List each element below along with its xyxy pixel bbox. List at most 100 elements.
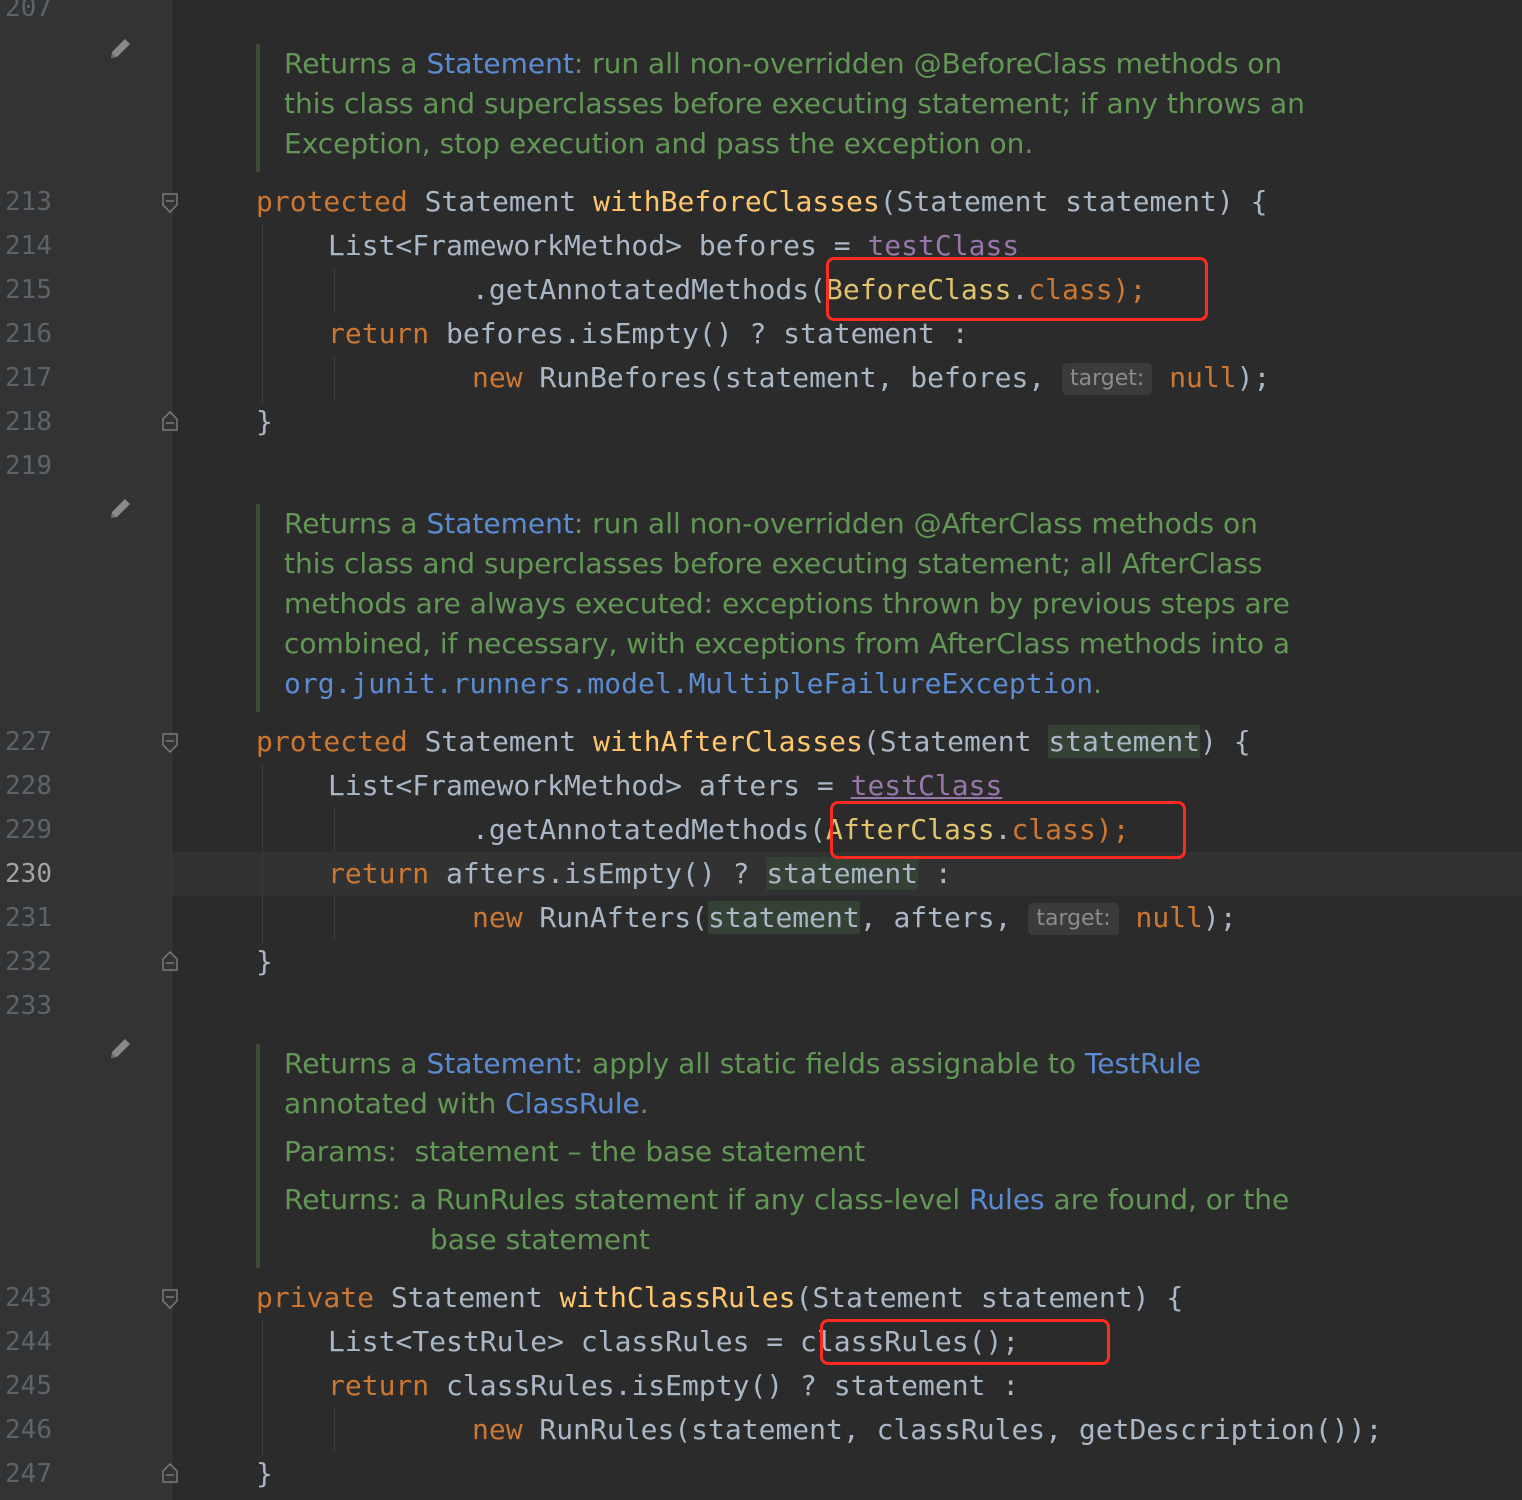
doc-line: Returns a Statement: apply all static fi… <box>284 1044 1289 1084</box>
line-number[interactable]: 246 <box>0 1408 60 1452</box>
code-text: } <box>256 405 273 438</box>
code-line-217[interactable]: new RunBefores(statement, befores, targe… <box>472 356 1270 400</box>
line-number[interactable]: 216 <box>0 312 60 356</box>
code-text: RunBefores(statement, befores, <box>522 361 1063 394</box>
edit-doc-pencil-icon[interactable] <box>107 34 135 62</box>
keyword: return <box>328 857 430 890</box>
doc-params-text: statement – the base statement <box>414 1135 866 1168</box>
annotation-box <box>830 801 1186 859</box>
keyword: new <box>472 1413 523 1446</box>
doc-link-rules[interactable]: Rules <box>969 1183 1045 1216</box>
code-line-243[interactable]: private Statement withClassRules(Stateme… <box>256 1276 1183 1320</box>
field-reference[interactable]: testClass <box>851 769 1003 802</box>
line-number-current[interactable]: 230 <box>0 852 60 896</box>
code-line-231[interactable]: new RunAfters(statement, afters, target:… <box>472 896 1237 940</box>
doc-line: this class and superclasses before execu… <box>284 547 1263 580</box>
code-text: (Statement <box>862 725 1049 758</box>
rendered-javadoc[interactable]: Returns a Statement: run all non-overrid… <box>256 44 1305 172</box>
doc-text: : run all non-overridden @BeforeClass me… <box>573 47 1283 80</box>
code-text: Statement <box>374 1281 560 1314</box>
rendered-javadoc[interactable]: Returns a Statement: run all non-overrid… <box>256 504 1290 712</box>
highlighted-identifier[interactable]: statement <box>766 857 919 890</box>
line-number[interactable]: 244 <box>0 1320 60 1364</box>
fold-close-icon[interactable] <box>162 411 178 431</box>
line-number[interactable]: 245 <box>0 1364 60 1408</box>
code-line-213[interactable]: protected Statement withBeforeClasses(St… <box>256 180 1267 224</box>
code-text: classRules.isEmpty() ? statement : <box>429 1369 1020 1402</box>
line-number[interactable]: 232 <box>0 940 60 984</box>
doc-returns: Returns: a RunRules statement if any cla… <box>284 1180 1289 1220</box>
line-number[interactable]: 207 <box>0 0 60 30</box>
doc-text: Returns a <box>284 1047 427 1080</box>
code-line-232[interactable]: } <box>256 940 273 984</box>
keyword: null <box>1169 361 1237 394</box>
line-number[interactable]: 243 <box>0 1276 60 1320</box>
code-text: (Statement statement) { <box>795 1281 1184 1314</box>
doc-returns-label: Returns: <box>284 1183 401 1216</box>
line-number[interactable]: 229 <box>0 808 60 852</box>
doc-link-multiple-failure-exception[interactable]: org.junit.runners.model.MultipleFailureE… <box>284 667 1093 700</box>
line-number[interactable]: 227 <box>0 720 60 764</box>
editor-gutter[interactable]: 207 213 214 215 216 217 218 219 227 228 … <box>0 0 172 1500</box>
method-name[interactable]: withAfterClasses <box>593 725 863 758</box>
fold-close-icon[interactable] <box>162 951 178 971</box>
line-number[interactable]: 217 <box>0 356 60 400</box>
edit-doc-pencil-icon[interactable] <box>107 494 135 522</box>
fold-open-icon[interactable] <box>162 193 178 213</box>
annotation-box <box>820 1319 1110 1365</box>
code-text: , afters, <box>859 901 1029 934</box>
keyword: return <box>328 1369 430 1402</box>
line-number[interactable]: 233 <box>0 984 60 1028</box>
parameter-hint: target: <box>1028 903 1119 935</box>
doc-link-statement[interactable]: Statement <box>426 47 573 80</box>
doc-line: Returns a Statement: run all non-overrid… <box>284 44 1305 84</box>
code-text: .getAnnotatedMethods( <box>472 273 827 306</box>
doc-line: combined, if necessary, with exceptions … <box>284 627 1291 660</box>
doc-link-testrule[interactable]: TestRule <box>1085 1047 1201 1080</box>
fold-close-icon[interactable] <box>162 1463 178 1483</box>
code-text: } <box>256 1457 273 1490</box>
line-number[interactable]: 231 <box>0 896 60 940</box>
method-name[interactable]: withBeforeClasses <box>593 185 880 218</box>
keyword: null <box>1135 901 1203 934</box>
line-number[interactable]: 228 <box>0 764 60 808</box>
doc-link-statement[interactable]: Statement <box>426 507 573 540</box>
fold-open-icon[interactable] <box>162 1289 178 1309</box>
line-number[interactable]: 219 <box>0 444 60 488</box>
code-line-227[interactable]: protected Statement withAfterClasses(Sta… <box>256 720 1251 764</box>
doc-link-statement[interactable]: Statement <box>426 1047 573 1080</box>
doc-line: Exception, stop execution and pass the e… <box>284 127 1034 160</box>
line-number[interactable]: 215 <box>0 268 60 312</box>
doc-link-classrule[interactable]: ClassRule <box>505 1087 640 1120</box>
line-number[interactable]: 218 <box>0 400 60 444</box>
fold-open-icon[interactable] <box>162 733 178 753</box>
keyword: protected <box>256 185 408 218</box>
line-number[interactable]: 214 <box>0 224 60 268</box>
doc-params-label: Params: <box>284 1135 397 1168</box>
doc-params: Params: statement – the base statement <box>284 1132 1289 1172</box>
code-line-245[interactable]: return classRules.isEmpty() ? statement … <box>328 1364 1019 1408</box>
method-name[interactable]: withClassRules <box>559 1281 795 1314</box>
code-line-218[interactable]: } <box>256 400 273 444</box>
parameter-hint: target: <box>1062 363 1153 395</box>
highlighted-identifier[interactable]: statement <box>708 901 860 934</box>
code-text: } <box>256 945 273 978</box>
code-text: ); <box>1236 361 1271 394</box>
code-line-247[interactable]: } <box>256 1452 273 1496</box>
line-number[interactable]: 247 <box>0 1452 60 1496</box>
code-text: Statement <box>407 725 594 758</box>
doc-line: org.junit.runners.model.MultipleFailureE… <box>284 664 1290 704</box>
annotation-box <box>826 257 1208 321</box>
edit-doc-pencil-icon[interactable] <box>107 1034 135 1062</box>
code-text: .getAnnotatedMethods( <box>472 813 827 846</box>
code-line-246[interactable]: new RunRules(statement, classRules, getD… <box>472 1408 1382 1452</box>
indent-guide <box>334 896 335 940</box>
line-number[interactable]: 213 <box>0 180 60 224</box>
code-editor[interactable]: 207 213 214 215 216 217 218 219 227 228 … <box>0 0 1522 1500</box>
highlighted-identifier[interactable]: statement <box>1048 725 1201 758</box>
rendered-javadoc[interactable]: Returns a Statement: apply all static fi… <box>256 1044 1289 1268</box>
code-text: (Statement statement) { <box>879 185 1268 218</box>
doc-text: . <box>639 1087 649 1120</box>
doc-line: this class and superclasses before execu… <box>284 87 1305 120</box>
doc-text: are found, or the <box>1044 1183 1290 1216</box>
